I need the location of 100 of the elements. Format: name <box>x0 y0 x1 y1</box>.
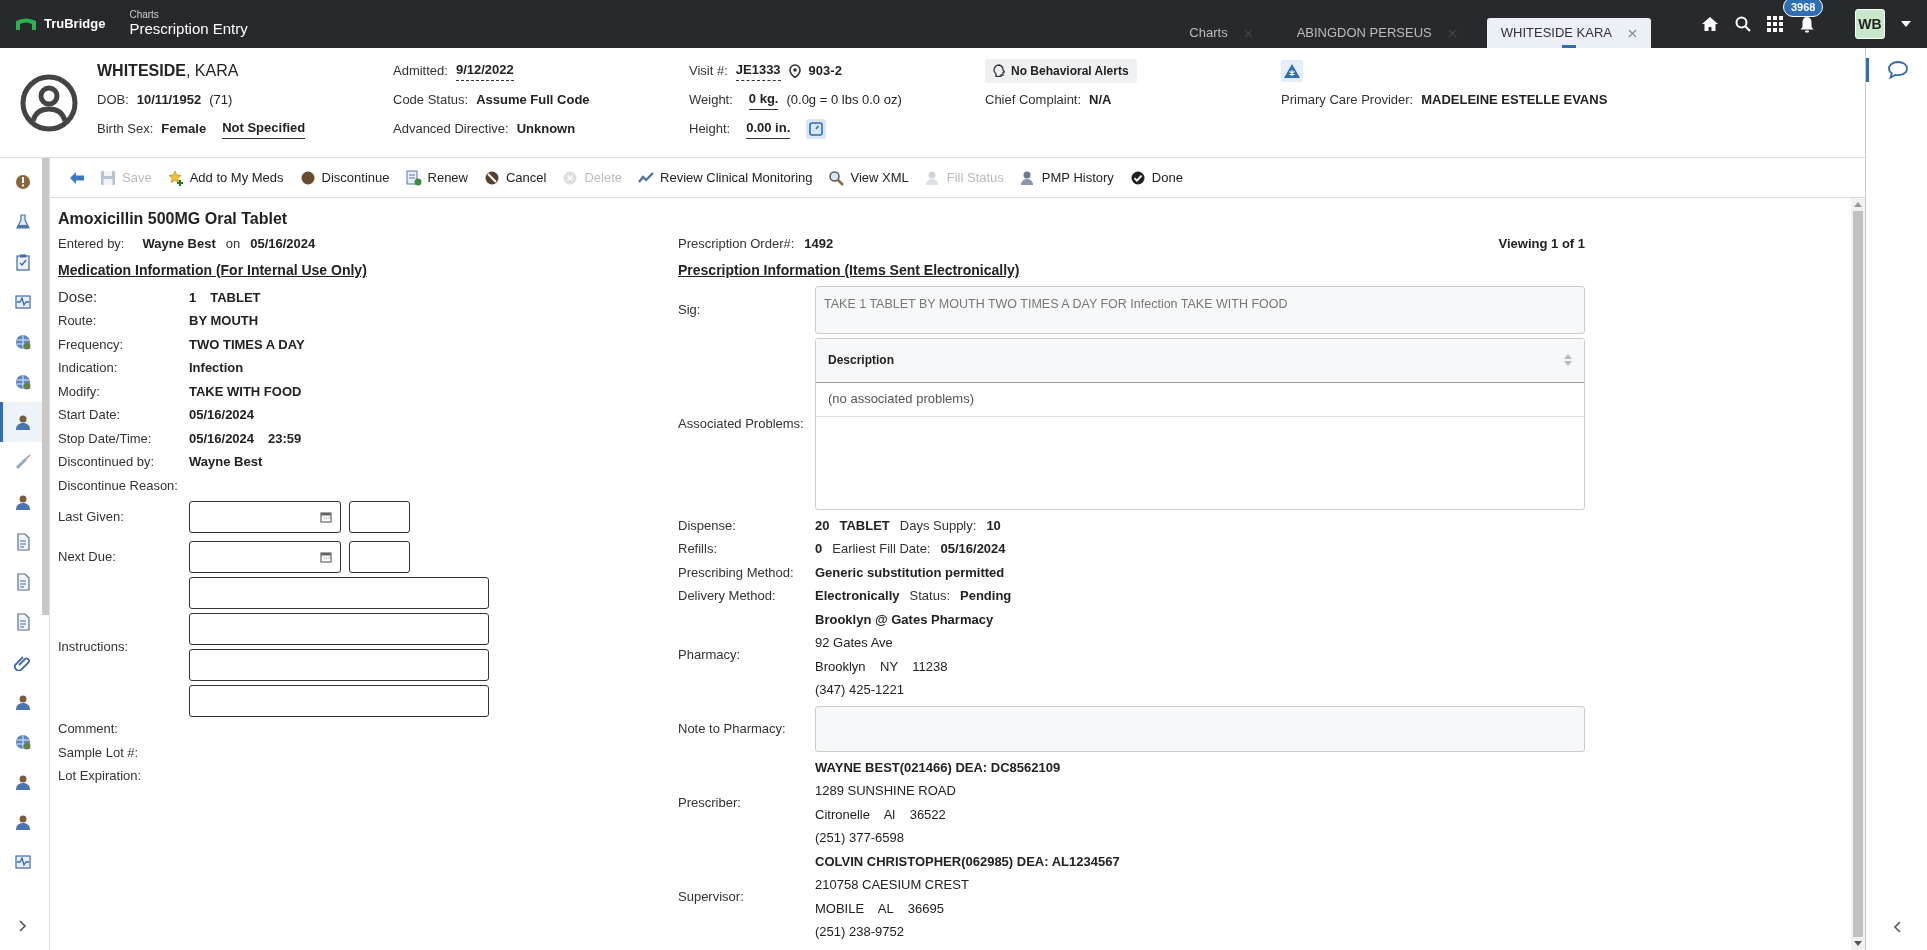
toolbar-button[interactable]: Discontinue <box>293 164 396 191</box>
field-value: TABLET <box>210 288 261 307</box>
star-icon <box>167 169 184 186</box>
field-value: Electronically <box>815 587 900 605</box>
toolbar-button[interactable]: Cancel <box>478 164 553 191</box>
user-avatar[interactable]: WB <box>1855 9 1885 39</box>
date-field[interactable] <box>189 541 341 573</box>
document-icon <box>405 169 422 186</box>
field-value: 23:59 <box>268 429 302 448</box>
field-label: Delivery Method: <box>678 587 777 605</box>
scale-button[interactable] <box>806 118 827 139</box>
address-line: (251) 377-6598 <box>815 829 905 847</box>
toolbar-button[interactable]: Add to My Meds <box>161 164 290 191</box>
globe-icon <box>13 333 32 351</box>
field-value: Female <box>161 119 207 138</box>
toolbar-button[interactable]: Done <box>1123 164 1189 191</box>
field-value: 05/16/2024 <box>250 235 316 253</box>
home-icon[interactable] <box>1701 16 1719 32</box>
magnifier-icon <box>828 169 845 186</box>
toolbar-button[interactable]: Review Clinical Monitoring <box>632 164 819 191</box>
check-icon <box>1129 169 1146 186</box>
chat-icon <box>1887 60 1909 80</box>
field-label: Discontinue Reason: <box>58 476 179 495</box>
field-label: Comment: <box>58 720 119 738</box>
pulse-icon <box>13 853 32 871</box>
field-link[interactable]: JE1333 <box>735 60 781 81</box>
field-value: (71) <box>209 90 233 109</box>
note-field[interactable] <box>815 705 1585 752</box>
field-label: Code Status: <box>393 90 469 109</box>
toolbar-button[interactable]: Renew <box>399 164 474 191</box>
text-field[interactable] <box>189 613 489 645</box>
bell-icon[interactable] <box>1799 15 1815 33</box>
calendar-icon[interactable] <box>320 511 332 523</box>
field-label: Frequency: <box>58 335 125 354</box>
tab[interactable]: ABINGDON PERSEUS <box>1282 18 1471 48</box>
field-label: Chief Complaint: <box>985 90 1082 109</box>
search-icon[interactable] <box>1735 16 1751 32</box>
field-label: Advanced Directive: <box>393 119 509 138</box>
medication-title: Amoxicillin 500MG Oral Tablet <box>58 209 289 229</box>
nav-button[interactable] <box>0 402 42 442</box>
time-field[interactable] <box>349 541 410 573</box>
grid-icon[interactable] <box>1767 16 1783 32</box>
person-icon <box>13 813 32 831</box>
time-field[interactable] <box>349 501 410 533</box>
field-label: Associated Problems: <box>678 414 805 433</box>
field-label: Entered by: <box>58 235 125 253</box>
field-value: Not Specified <box>222 118 306 139</box>
address-line: WAYNE BEST(021466) DEA: DC8562109 <box>815 758 1062 777</box>
head-icon <box>993 64 1005 77</box>
sig-field[interactable]: TAKE 1 TABLET BY MOUTH TWO TIMES A DAY FOR Infection TAKE WITH FOOD <box>815 285 1585 334</box>
field-value: 10/11/1952 <box>136 90 202 109</box>
globe-icon <box>13 373 32 391</box>
scrollbar[interactable] <box>42 158 49 615</box>
field-value: TABLET <box>839 516 890 535</box>
scale-icon <box>806 118 827 139</box>
field-value: 10 <box>986 516 1001 535</box>
section-heading: Medication Information (For Internal Use Only) <box>58 261 368 280</box>
text-field[interactable] <box>189 685 489 717</box>
close-icon[interactable] <box>1628 28 1637 38</box>
field-value: Assume Full Code <box>476 90 590 109</box>
section-heading: Prescription Information (Items Sent Electronically) <box>678 261 1021 280</box>
calendar-icon[interactable] <box>320 551 332 563</box>
address-line: 210758 CAESIUM CREST <box>815 876 970 894</box>
toolbar-button[interactable]: PMP History <box>1013 164 1120 191</box>
text-field[interactable] <box>189 649 489 681</box>
back-arrow-icon <box>70 171 84 184</box>
field-value: 05/16/2024 <box>189 429 255 448</box>
address-line: 1289 SUNSHINE ROAD <box>815 782 957 800</box>
field-label: Stop Date/Time: <box>58 429 153 448</box>
scroll-up-icon <box>1854 202 1862 207</box>
field-value: MADELEINE ESTELLE EVANS <box>1421 90 1608 109</box>
field-label: Note to Pharmacy: <box>678 719 787 738</box>
field-value: 903-2 <box>808 61 842 80</box>
person-icon <box>1019 169 1036 186</box>
field-label: Indication: <box>58 359 119 377</box>
tab[interactable]: WHITESIDE KARA <box>1486 18 1651 48</box>
toolbar-button[interactable]: View XML <box>822 164 915 191</box>
field-link[interactable]: 9/12/2022 <box>455 60 514 81</box>
caret-icon[interactable] <box>1901 21 1911 27</box>
page-title: Prescription Entry <box>129 20 248 38</box>
field-value: 1 <box>189 288 197 307</box>
prohibited-icon <box>484 169 500 186</box>
field-label: Refills: <box>678 540 718 558</box>
field-label: Weight: <box>689 90 733 109</box>
field-label: Route: <box>58 312 98 330</box>
chevron-left-icon <box>1892 921 1901 933</box>
date-field[interactable] <box>189 501 341 533</box>
field-value: 0 kg. <box>748 89 779 110</box>
field-label: Modify: <box>58 382 101 401</box>
tab[interactable]: Charts <box>1175 18 1267 48</box>
scroll-down-icon <box>1854 941 1862 946</box>
address-line: Brooklyn @ Gates Pharmacy <box>815 610 995 629</box>
field-label: Instructions: <box>58 638 130 657</box>
column-header[interactable]: Description <box>816 338 1584 383</box>
clipboard-icon <box>13 253 32 271</box>
text-field[interactable] <box>189 577 489 609</box>
field-label: Prescribing Method: <box>678 563 795 582</box>
field-value: TWO TIMES A DAY <box>189 335 305 354</box>
field-value: Pending <box>960 587 1012 605</box>
field-value: BY MOUTH <box>189 312 259 330</box>
